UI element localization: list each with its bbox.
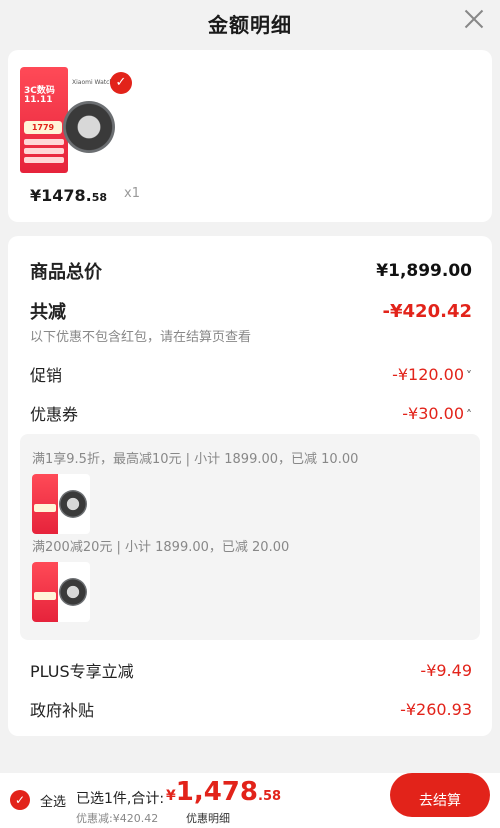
selected-count: 已选1件,合计: [76, 791, 165, 807]
page-title: 金额明细 [208, 12, 292, 37]
gov-subsidy-label: 政府补贴 [30, 701, 95, 720]
chevron-down-icon: ˅ [466, 368, 472, 383]
brand-label: Xiaomi Watch [72, 79, 114, 86]
total-value: ¥1,899.00 [376, 261, 472, 281]
plus-row: PLUS专享立减 -¥9.49 [30, 658, 472, 682]
gov-subsidy-row: 政府补贴 -¥260.93 [30, 697, 472, 721]
checkout-button[interactable]: 去结算 [390, 773, 490, 817]
promo-value: -¥120.00 [392, 364, 464, 384]
promo-banner: 3C数码 11.11 1779 [20, 67, 68, 173]
close-icon[interactable] [462, 7, 486, 31]
coupon-product-image [32, 474, 90, 534]
total-amount: ¥1,478.58 [166, 777, 281, 807]
promo-label: 促销 [30, 366, 63, 385]
reduce-row: 共减 -¥420.42 [30, 298, 472, 324]
plus-value: -¥9.49 [420, 660, 472, 680]
total-label: 商品总价 [30, 262, 102, 283]
total-integer: 1,478 [175, 777, 258, 807]
product-price: ¥1478.58 [30, 186, 107, 205]
reduce-note: 以下优惠不包含红包，请在结算页查看 [30, 330, 252, 345]
reduce-label: 共减 [30, 302, 66, 323]
price-integer: ¥1478. [30, 186, 92, 205]
promo-lines [24, 139, 64, 166]
checkout-bar: ✓ 全选 已选1件,合计: ¥1,478.58 优惠减:¥420.42 优惠明细… [0, 773, 500, 828]
discount-summary: 优惠减:¥420.42 [76, 812, 159, 825]
select-all-check-icon[interactable]: ✓ [10, 790, 30, 810]
product-card: 3C数码 11.11 1779 Xiaomi Watch ✓ ¥1478.58 … [8, 50, 492, 222]
header: 金额明细 [0, 0, 500, 46]
select-all-label[interactable]: 全选 [40, 791, 66, 810]
reduce-value: -¥420.42 [382, 300, 472, 322]
coupon-product-image [32, 562, 90, 622]
coupon-item: 满1享9.5折，最高减10元 | 小计 1899.00，已减 10.00 [32, 452, 359, 467]
gov-subsidy-value: -¥260.93 [400, 699, 472, 719]
currency-symbol: ¥ [166, 788, 176, 804]
coupon-label: 优惠券 [30, 405, 79, 424]
total-decimal: .58 [258, 789, 282, 804]
price-detail-card: 商品总价 ¥1,899.00 共减 -¥420.42 以下优惠不包含红包，请在结… [8, 236, 492, 736]
promo-price: 1779 [24, 121, 62, 134]
promo-date: 11.11 [24, 95, 53, 105]
discount-detail-link[interactable]: 优惠明细 [186, 810, 230, 826]
total-row: 商品总价 ¥1,899.00 [30, 258, 472, 284]
coupon-details: 满1享9.5折，最高减10元 | 小计 1899.00，已减 10.00 满20… [20, 434, 480, 640]
price-decimal: 58 [91, 191, 108, 204]
coupon-item: 满200减20元 | 小计 1899.00，已减 20.00 [32, 540, 290, 555]
coupon-value: -¥30.00 [402, 403, 464, 423]
product-quantity: x1 [124, 186, 140, 201]
plus-label: PLUS专享立减 [30, 662, 134, 681]
promo-row[interactable]: 促销 -¥120.00 ˅ [30, 362, 472, 386]
watch-icon [63, 101, 115, 153]
chevron-up-icon: ˄ [466, 407, 472, 422]
coupon-row[interactable]: 优惠券 -¥30.00 ˄ [30, 401, 472, 425]
check-icon[interactable]: ✓ [110, 72, 132, 94]
